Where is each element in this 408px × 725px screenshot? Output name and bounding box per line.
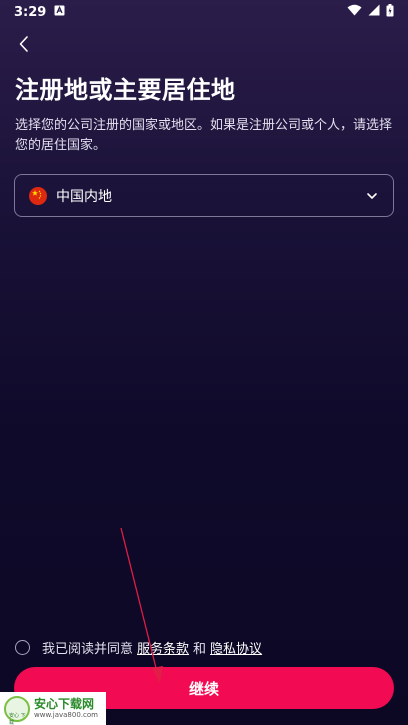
watermark-url: www.java800.com bbox=[34, 711, 98, 719]
battery-charging-icon bbox=[386, 3, 394, 21]
annotation-arrow bbox=[120, 527, 163, 684]
selected-country: 中国内地 bbox=[56, 188, 112, 205]
watermark-title: 安心下载网 bbox=[34, 697, 95, 711]
watermark-logo: 安心 下载 bbox=[4, 695, 30, 725]
chevron-left-icon bbox=[18, 35, 30, 57]
agreement-prefix: 我已阅读并同意 bbox=[42, 641, 134, 657]
privacy-policy-link[interactable]: 隐私协议 bbox=[210, 638, 262, 657]
watermark: 安心 下载 安心下载网 www.java800.com bbox=[0, 692, 106, 725]
agreement-row: 我已阅读并同意 服务条款 和 隐私协议 bbox=[15, 637, 395, 657]
a-icon bbox=[54, 5, 65, 20]
agreement-and: 和 bbox=[193, 641, 207, 657]
signal-icon bbox=[368, 4, 380, 20]
status-bar: 3:29 bbox=[0, 0, 408, 24]
wifi-icon bbox=[347, 4, 362, 20]
status-time: 3:29 bbox=[14, 4, 47, 20]
agree-checkbox[interactable] bbox=[15, 639, 30, 655]
terms-of-service-link[interactable]: 服务条款 bbox=[137, 638, 189, 657]
china-flag-icon bbox=[29, 186, 47, 205]
back-button[interactable] bbox=[12, 34, 36, 58]
chevron-down-icon bbox=[365, 189, 379, 203]
country-select[interactable]: 中国内地 bbox=[14, 174, 394, 217]
page-description: 选择您的公司注册的国家或地区。如果是注册公司或个人，请选择您的居住国家。 bbox=[15, 118, 393, 153]
page-title: 注册地或主要居住地 bbox=[15, 76, 236, 104]
